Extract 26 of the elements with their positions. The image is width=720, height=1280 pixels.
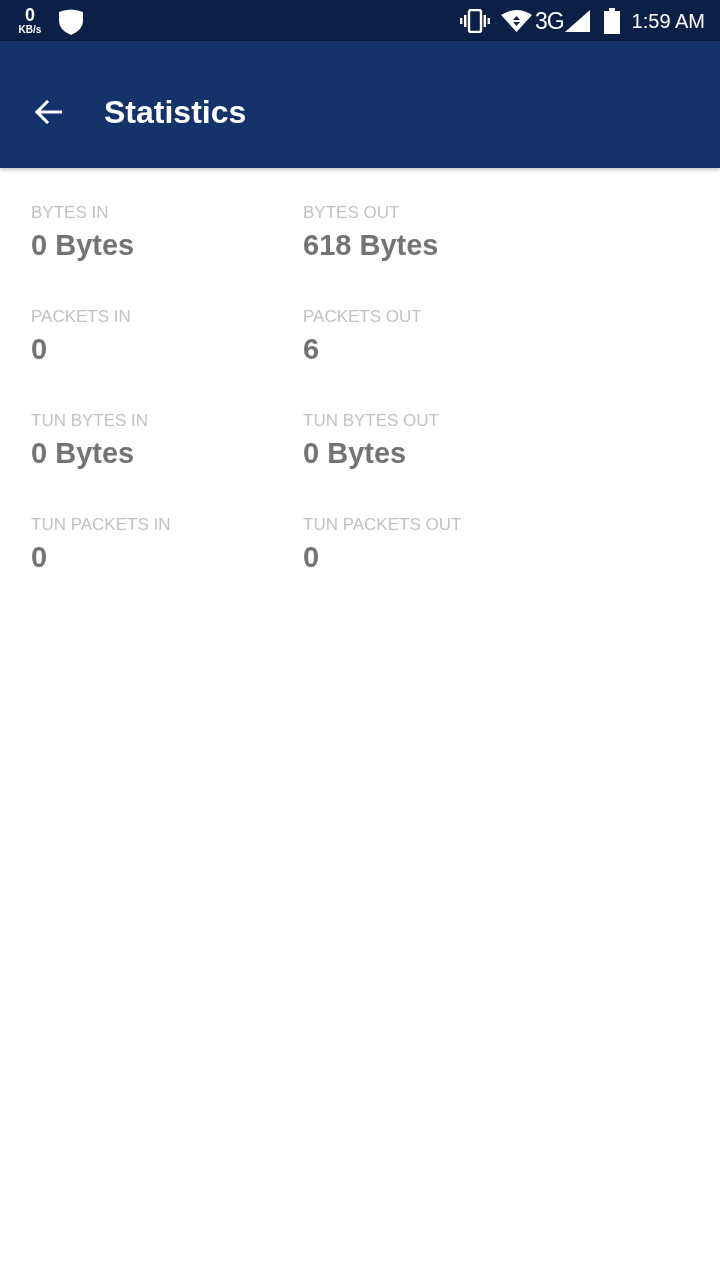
stat-value: 0 (303, 540, 320, 574)
stat-value: 0 Bytes (31, 228, 135, 262)
stat-label: TUN PACKETS IN (31, 515, 171, 535)
stat-label: TUN BYTES IN (31, 411, 149, 431)
wifi-icon (500, 9, 532, 32)
stat-value: 0 Bytes (303, 436, 407, 470)
stat-value: 618 Bytes (303, 228, 439, 262)
stat-label: BYTES IN (31, 203, 109, 223)
network-speed-value: 0 (25, 6, 35, 24)
stat-label: PACKETS IN (31, 307, 131, 327)
stat-label: TUN BYTES OUT (303, 411, 439, 431)
back-arrow-icon (34, 99, 62, 124)
network-type: 3G (534, 8, 564, 33)
stat-value: 6 (303, 332, 320, 366)
clock: 1:59 AM (631, 9, 705, 32)
battery-icon (603, 7, 620, 34)
vibrate-icon (459, 8, 490, 33)
stat-value: 0 (31, 540, 48, 574)
stat-value: 0 Bytes (31, 436, 135, 470)
screen-title: Statistics (104, 92, 247, 131)
stat-label: TUN PACKETS OUT (303, 515, 462, 535)
stat-label: PACKETS OUT (303, 307, 422, 327)
stat-value: 0 (31, 332, 48, 366)
stat-label: BYTES OUT (303, 203, 400, 223)
network-speed-unit: KB/s (18, 23, 42, 35)
signal-icon (564, 9, 590, 32)
